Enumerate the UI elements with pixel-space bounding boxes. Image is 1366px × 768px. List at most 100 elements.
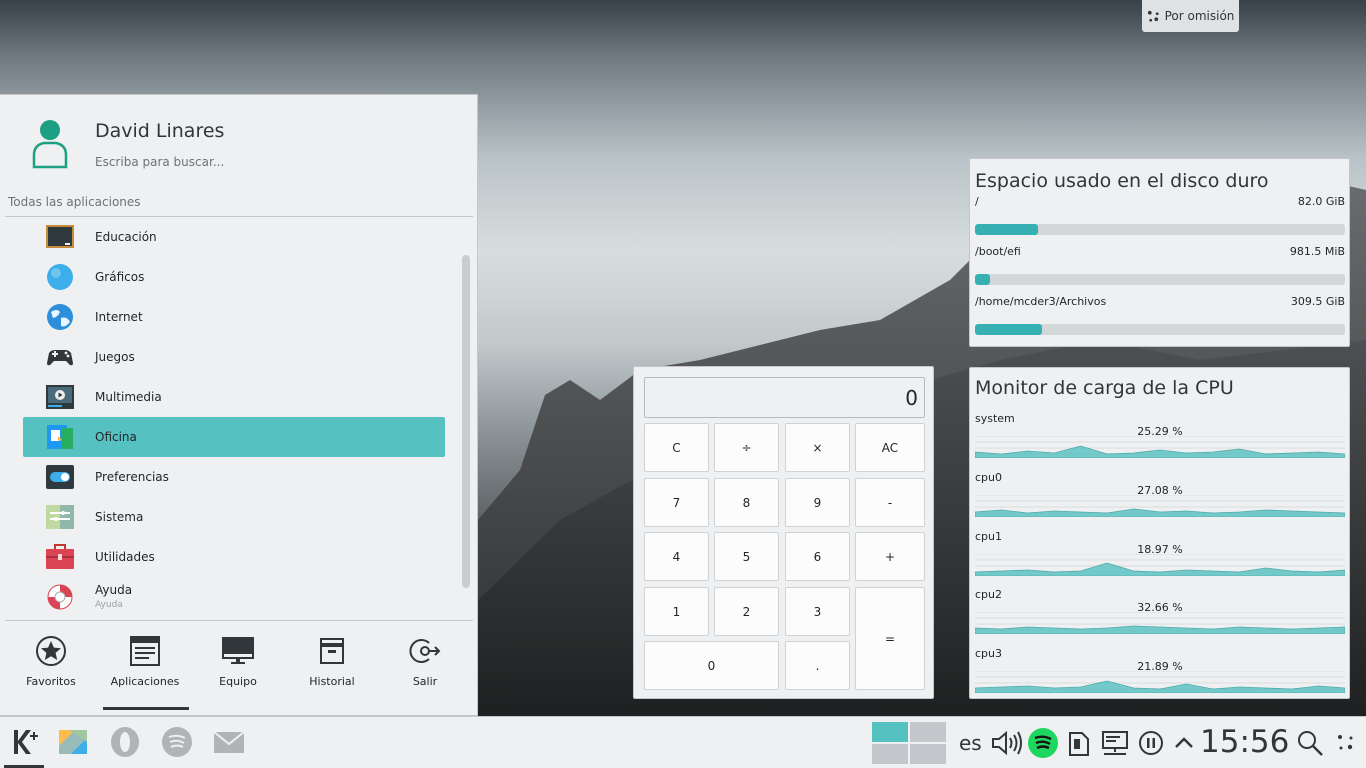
tab-favoritos[interactable]: Favoritos bbox=[6, 635, 96, 695]
key-divide[interactable]: ÷ bbox=[714, 423, 779, 472]
key-6[interactable]: 6 bbox=[785, 532, 850, 581]
divider bbox=[5, 620, 473, 621]
tab-label: Aplicaciones bbox=[110, 675, 180, 688]
disk-size: 981.5 MiB bbox=[1289, 245, 1345, 258]
taskbar-panel: es 15:56 bbox=[0, 716, 1366, 768]
category-preferencias[interactable]: Preferencias bbox=[23, 457, 445, 497]
cpu-load-graph bbox=[975, 671, 1345, 693]
category-sublabel: Ayuda bbox=[95, 600, 123, 610]
tab-label: Historial bbox=[309, 675, 355, 688]
key-multiply[interactable]: × bbox=[785, 423, 850, 472]
cpu-load-area bbox=[975, 508, 1345, 517]
applications-icon bbox=[130, 636, 160, 666]
gamepad-icon bbox=[47, 350, 73, 366]
menu-scrollbar[interactable] bbox=[462, 255, 470, 588]
key-8[interactable]: 8 bbox=[714, 478, 779, 527]
toolbox-icon bbox=[46, 544, 74, 569]
tab-label: Salir bbox=[412, 675, 438, 688]
spotify-tray-icon[interactable] bbox=[1027, 727, 1059, 759]
calculator-display: 0 bbox=[644, 377, 925, 418]
chevron-up-icon[interactable] bbox=[1172, 731, 1196, 755]
tab-label: Equipo bbox=[219, 675, 257, 688]
tab-historial[interactable]: Historial bbox=[287, 635, 377, 695]
calculator-widget: 0 C ÷ × AC 7 8 9 - 4 5 6 + 1 2 3 = 0 . bbox=[633, 366, 934, 699]
key-clear[interactable]: C bbox=[644, 423, 709, 472]
key-2[interactable]: 2 bbox=[714, 587, 779, 636]
category-internet[interactable]: Internet bbox=[23, 297, 445, 337]
key-0[interactable]: 0 bbox=[644, 641, 779, 690]
key-4[interactable]: 4 bbox=[644, 532, 709, 581]
multimedia-icon bbox=[46, 385, 74, 409]
monitor-icon bbox=[222, 637, 254, 664]
volume-icon[interactable] bbox=[990, 729, 1024, 757]
disk-row: /boot/efi 981.5 MiB bbox=[975, 245, 1345, 258]
category-sistema[interactable]: Sistema bbox=[23, 497, 445, 537]
category-ayuda[interactable]: Ayuda Ayuda bbox=[23, 577, 445, 617]
panel-settings-icon[interactable] bbox=[1336, 733, 1356, 753]
kde-launcher-icon[interactable] bbox=[10, 726, 42, 758]
key-7[interactable]: 7 bbox=[644, 478, 709, 527]
disk-usage-bar bbox=[975, 324, 1345, 335]
key-add[interactable]: + bbox=[855, 532, 925, 581]
cpu-name-label: cpu3 bbox=[975, 647, 1003, 660]
keyboard-layout-indicator[interactable]: es bbox=[959, 731, 982, 755]
graphics-icon bbox=[47, 264, 73, 290]
tab-label: Favoritos bbox=[26, 675, 76, 688]
spotify-app-icon[interactable] bbox=[161, 726, 193, 758]
virtual-desktop-pager bbox=[872, 722, 946, 764]
category-juegos[interactable]: Juegos bbox=[23, 337, 445, 377]
cpu-name-label: cpu2 bbox=[975, 588, 1003, 601]
category-label: Ayuda bbox=[95, 583, 133, 597]
category-oficina[interactable]: Oficina bbox=[23, 417, 445, 457]
cpu-load-area bbox=[975, 562, 1345, 576]
disk-mount: /boot/efi bbox=[975, 245, 1021, 258]
category-label: Utilidades bbox=[95, 550, 155, 564]
desktop-2[interactable] bbox=[910, 722, 946, 742]
mail-app-icon[interactable] bbox=[213, 726, 245, 758]
key-all-clear[interactable]: AC bbox=[855, 423, 925, 472]
opera-browser-icon[interactable] bbox=[109, 726, 141, 758]
tab-aplicaciones[interactable]: Aplicaciones bbox=[100, 635, 190, 695]
category-utilidades[interactable]: Utilidades bbox=[23, 537, 445, 577]
disk-size: 309.5 GiB bbox=[1290, 295, 1345, 308]
key-5[interactable]: 5 bbox=[714, 532, 779, 581]
section-label: Todas las aplicaciones bbox=[8, 195, 141, 209]
activity-switcher[interactable]: Por omisión bbox=[1142, 0, 1239, 32]
category-multimedia[interactable]: Multimedia bbox=[23, 377, 445, 417]
disk-usage-bar bbox=[975, 224, 1345, 235]
desktop-1[interactable] bbox=[872, 722, 908, 742]
widget-title: Espacio usado en el disco duro bbox=[975, 170, 1269, 192]
system-icon bbox=[46, 505, 74, 529]
cpu-load-widget: Monitor de carga de la CPU system 25.29 %… bbox=[969, 367, 1350, 699]
tab-equipo[interactable]: Equipo bbox=[193, 635, 283, 695]
disk-size: 82.0 GiB bbox=[1297, 195, 1345, 208]
category-label: Sistema bbox=[95, 510, 144, 524]
cpu-load-area bbox=[975, 625, 1345, 634]
category-label: Juegos bbox=[95, 350, 135, 364]
disk-row: / 82.0 GiB bbox=[975, 195, 1345, 208]
key-equals[interactable]: = bbox=[855, 587, 925, 690]
desktop-4[interactable] bbox=[910, 744, 946, 764]
search-icon[interactable] bbox=[1296, 729, 1324, 757]
key-1[interactable]: 1 bbox=[644, 587, 709, 636]
category-graficos[interactable]: Gráficos bbox=[23, 257, 445, 297]
toggle-icon bbox=[46, 465, 74, 489]
user-avatar-icon bbox=[32, 120, 68, 169]
search-input[interactable] bbox=[95, 155, 455, 169]
cpu-name-label: cpu1 bbox=[975, 530, 1003, 543]
disk-usage-fill bbox=[975, 274, 990, 285]
category-educacion[interactable]: Educación bbox=[23, 217, 445, 257]
digital-clock[interactable]: 15:56 bbox=[1200, 724, 1289, 760]
wallpaper-app-icon[interactable] bbox=[57, 726, 89, 758]
clipboard-icon[interactable] bbox=[1066, 727, 1092, 759]
key-3[interactable]: 3 bbox=[785, 587, 850, 636]
network-icon[interactable] bbox=[1100, 729, 1130, 757]
tab-salir[interactable]: Salir bbox=[380, 635, 470, 695]
widget-title: Monitor de carga de la CPU bbox=[975, 377, 1234, 399]
desktop-3[interactable] bbox=[872, 744, 908, 764]
key-decimal[interactable]: . bbox=[785, 641, 850, 690]
pause-icon[interactable] bbox=[1137, 729, 1165, 757]
key-subtract[interactable]: - bbox=[855, 478, 925, 527]
cpu-load-graph bbox=[975, 612, 1345, 634]
key-9[interactable]: 9 bbox=[785, 478, 850, 527]
